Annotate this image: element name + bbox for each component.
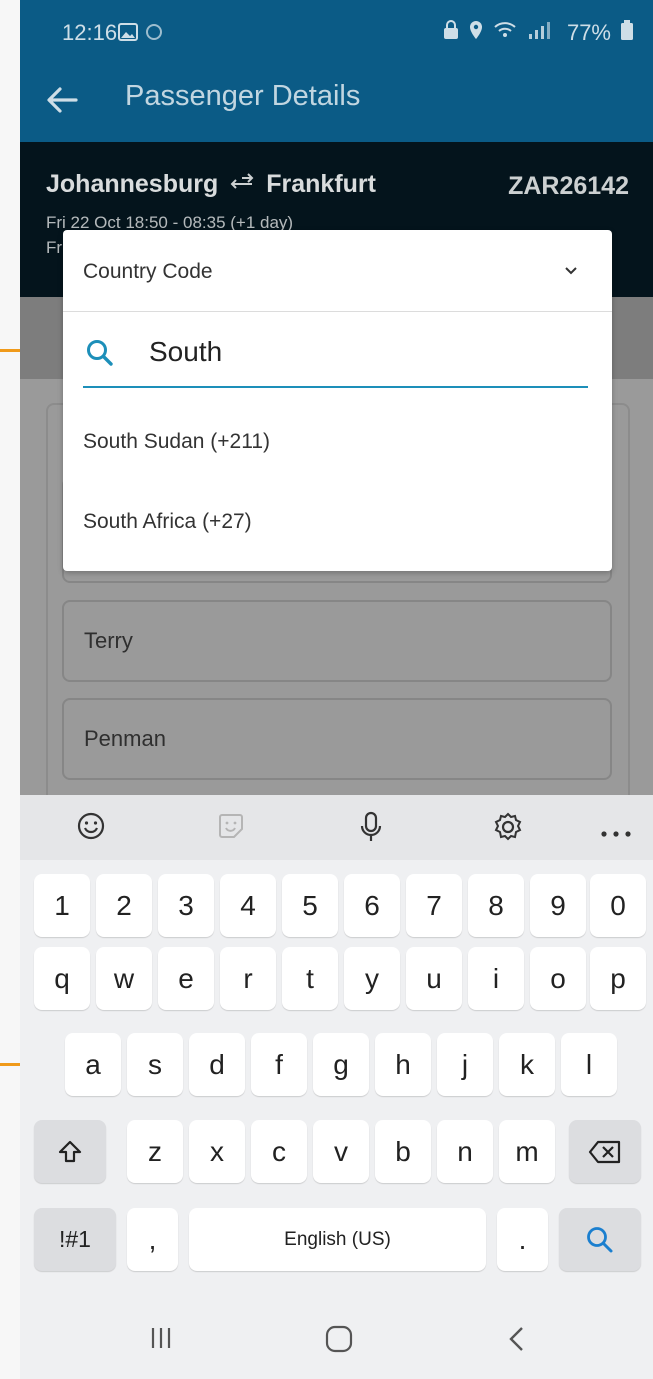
key-h[interactable]: h [375,1033,431,1096]
key-d[interactable]: d [189,1033,245,1096]
status-notification-icons [118,22,164,47]
key-4[interactable]: 4 [220,874,276,937]
search-icon [85,338,115,373]
home-icon[interactable] [325,1325,353,1358]
flight-route: Johannesburg Frankfurt [46,170,376,199]
country-option[interactable]: South Sudan (+211) [83,430,270,454]
sticker-icon[interactable] [216,811,246,846]
key-k[interactable]: k [499,1033,555,1096]
key-0[interactable]: 0 [590,874,646,937]
key-n[interactable]: n [437,1120,493,1183]
comma-key[interactable]: , [127,1208,178,1271]
back-nav-icon[interactable] [505,1325,529,1358]
key-v[interactable]: v [313,1120,369,1183]
signal-icon [527,20,557,46]
symbols-key[interactable]: !#1 [34,1208,116,1271]
wifi-icon [493,20,517,46]
key-g[interactable]: g [313,1033,369,1096]
key-p[interactable]: p [590,947,646,1010]
arrow-left-icon [47,87,78,113]
shift-key[interactable] [34,1120,106,1183]
country-search-input[interactable]: South [83,326,588,388]
lock-icon [443,20,459,46]
chevron-down-icon[interactable] [564,263,578,281]
key-b[interactable]: b [375,1120,431,1183]
gallery-icon [118,23,138,46]
battery-percent: 77% [566,20,611,45]
shift-icon [58,1140,82,1162]
key-x[interactable]: x [189,1120,245,1183]
key-u[interactable]: u [406,947,462,1010]
settings-icon[interactable] [492,811,524,848]
keyboard-toolbar [20,795,653,860]
key-f[interactable]: f [251,1033,307,1096]
period-key[interactable]: . [497,1208,548,1271]
status-bar: 12:16 77% [20,0,653,66]
key-7[interactable]: 7 [406,874,462,937]
key-q[interactable]: q [34,947,90,1010]
key-1[interactable]: 1 [34,874,90,937]
key-t[interactable]: t [282,947,338,1010]
battery-icon [621,20,633,46]
more-options-icon[interactable] [600,825,632,843]
recents-icon[interactable] [148,1325,174,1356]
key-8[interactable]: 8 [468,874,524,937]
key-r[interactable]: r [220,947,276,1010]
key-e[interactable]: e [158,947,214,1010]
key-2[interactable]: 2 [96,874,152,937]
system-nav-bar [20,1301,653,1379]
destination-city: Frankfurt [266,170,376,198]
sync-icon [144,22,164,47]
backspace-icon [588,1140,621,1163]
app-bar: Passenger Details [20,66,653,142]
page-title: Passenger Details [125,80,361,112]
key-3[interactable]: 3 [158,874,214,937]
first-name-value: Terry [84,628,133,653]
flight-price: ZAR26142 [508,172,629,200]
key-m[interactable]: m [499,1120,555,1183]
dropdown-title: Country Code [83,260,213,283]
key-i[interactable]: i [468,947,524,1010]
origin-city: Johannesburg [46,170,219,198]
search-icon [587,1226,613,1252]
dropdown-header[interactable]: Country Code [63,230,612,312]
search-key[interactable] [559,1208,641,1271]
last-name-field[interactable]: Penman [62,698,612,780]
key-j[interactable]: j [437,1033,493,1096]
phone-screen: 12:16 77% Passenger Details Johannesburg… [20,0,653,1379]
key-z[interactable]: z [127,1120,183,1183]
country-option[interactable]: South Africa (+27) [83,510,252,534]
backspace-key[interactable] [569,1120,641,1183]
key-s[interactable]: s [127,1033,183,1096]
status-time: 12:16 [62,20,118,45]
country-code-dropdown: Country Code South South Sudan (+211) So… [63,230,612,571]
flight-time-return: Fr [46,238,63,257]
key-o[interactable]: o [530,947,586,1010]
back-button[interactable] [42,80,82,120]
key-y[interactable]: y [344,947,400,1010]
status-system-icons: 77% [443,20,633,46]
emoji-icon[interactable] [76,811,106,846]
keyboard: 1 2 3 4 5 6 7 8 9 0 q w e r t y u i o p … [20,795,653,1301]
key-9[interactable]: 9 [530,874,586,937]
key-a[interactable]: a [65,1033,121,1096]
first-name-field[interactable]: Terry [62,600,612,682]
key-c[interactable]: c [251,1120,307,1183]
key-w[interactable]: w [96,947,152,1010]
key-5[interactable]: 5 [282,874,338,937]
key-l[interactable]: l [561,1033,617,1096]
key-6[interactable]: 6 [344,874,400,937]
search-value: South [149,336,223,367]
location-icon [469,20,483,46]
last-name-value: Penman [84,726,166,751]
swap-arrows-icon [228,170,256,199]
microphone-icon[interactable] [356,811,386,848]
space-key[interactable]: English (US) [189,1208,486,1271]
